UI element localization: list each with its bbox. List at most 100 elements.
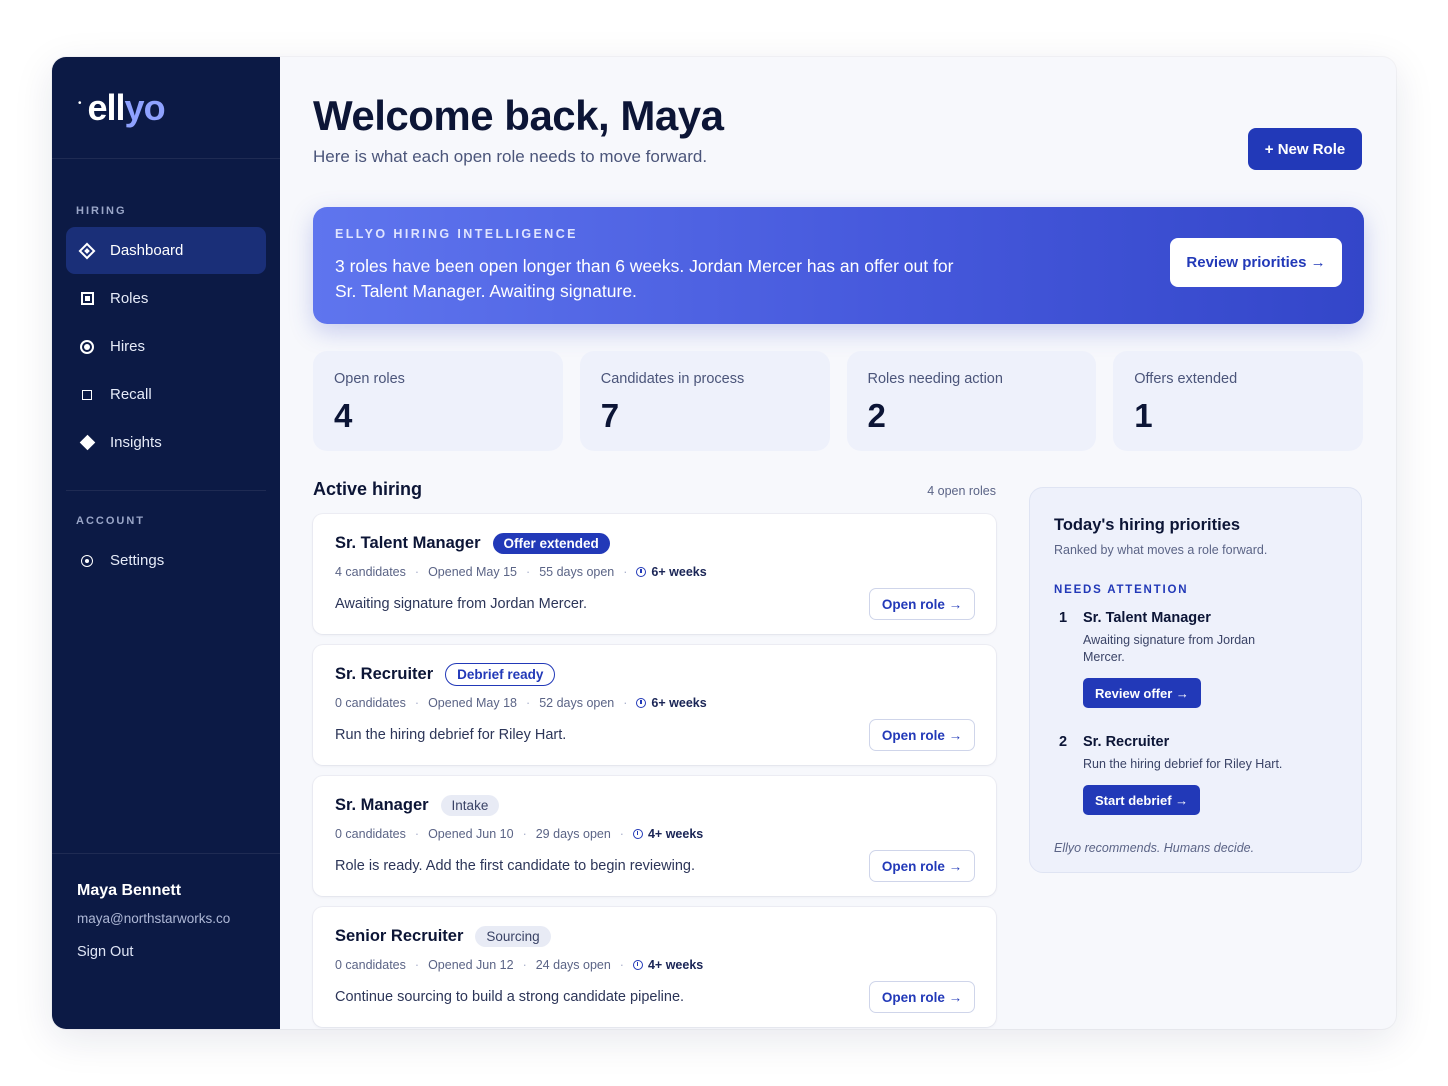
stat-open-roles: Open roles 4 xyxy=(313,351,563,451)
role-meta: 4 candidates · Opened May 15 · 55 days ope… xyxy=(335,565,707,579)
clock-icon xyxy=(632,829,643,839)
clock-icon xyxy=(632,960,643,970)
clock-icon xyxy=(636,567,647,577)
priorities-panel: Today's hiring priorities Ranked by what… xyxy=(1029,487,1362,873)
logo-dot-icon: • xyxy=(78,98,82,109)
main-content: Welcome back, Maya Here is what each ope… xyxy=(280,57,1396,1029)
opened-date: Opened May 15 xyxy=(428,565,518,579)
sidebar-item-label: Insights xyxy=(110,434,162,451)
stat-value: 4 xyxy=(334,397,353,434)
role-age: 4+ weeks xyxy=(647,958,704,972)
priority-role: Sr. Talent Manager xyxy=(1083,610,1211,626)
sidebar-item-label: Roles xyxy=(110,290,149,307)
role-meta: 0 candidates · Opened May 18 · 52 days ope… xyxy=(335,696,707,710)
sidebar-item-settings[interactable]: Settings xyxy=(66,537,266,584)
diamond-filled-icon xyxy=(79,434,95,451)
sidebar-item-recall[interactable]: Recall xyxy=(66,371,266,418)
priority-rank: 1 xyxy=(1059,610,1068,626)
status-badge: Offer extended xyxy=(492,532,610,554)
candidate-count: 0 candidates xyxy=(335,958,406,972)
sidebar-item-hires[interactable]: Hires xyxy=(66,323,266,370)
gear-icon xyxy=(80,554,94,568)
opened-date: Opened Jun 10 xyxy=(428,827,514,841)
brand-logo[interactable]: • ellyo xyxy=(52,57,280,159)
role-card: Senior Recruiter Sourcing 0 candidates · … xyxy=(313,907,996,1027)
nav-account: ACCOUNT Settings xyxy=(52,515,280,584)
open-role-button[interactable]: Open role → xyxy=(869,588,975,620)
role-title[interactable]: Senior Recruiter xyxy=(335,927,463,946)
review-priorities-button[interactable]: Review priorities → xyxy=(1170,238,1342,287)
stat-label: Roles needing action xyxy=(867,371,1003,387)
active-hiring-title: Active hiring xyxy=(313,479,423,499)
sidebar-item-label: Dashboard xyxy=(110,242,184,259)
stat-value: 7 xyxy=(600,397,620,434)
priority-item: 1 Sr. Talent Manager Awaiting signature … xyxy=(1054,610,1337,708)
square-outline-icon xyxy=(80,388,94,402)
priority-item: 2 Sr. Recruiter Run the hiring debrief f… xyxy=(1054,734,1337,815)
open-role-button[interactable]: Open role → xyxy=(869,981,975,1013)
priority-role: Sr. Recruiter xyxy=(1083,734,1170,750)
stat-offers: Offers extended 1 xyxy=(1113,351,1363,451)
role-meta: 0 candidates · Opened Jun 12 · 24 days ope… xyxy=(335,958,704,972)
sidebar-item-roles[interactable]: Roles xyxy=(66,275,266,322)
intelligence-banner: ELLYO HIRING INTELLIGENCE 3 roles have b… xyxy=(313,207,1364,324)
square-icon xyxy=(80,292,94,306)
sidebar-item-dashboard[interactable]: Dashboard xyxy=(66,227,266,274)
stat-label: Offers extended xyxy=(1134,371,1238,387)
nav-section-title: ACCOUNT xyxy=(76,515,145,527)
role-card: Sr. Recruiter Debrief ready 0 candidates… xyxy=(313,645,996,765)
role-title[interactable]: Sr. Recruiter xyxy=(335,665,433,684)
role-card: Sr. Manager Intake 0 candidates · Opened … xyxy=(313,776,996,896)
role-title[interactable]: Sr. Talent Manager xyxy=(335,534,481,553)
nav-divider xyxy=(66,490,266,491)
stat-value: 2 xyxy=(867,397,886,434)
role-title[interactable]: Sr. Manager xyxy=(335,796,429,815)
opened-date: Opened May 18 xyxy=(428,696,518,710)
candidate-count: 4 candidates xyxy=(335,565,406,579)
stats-row: Open roles 4 Candidates in process 7 Rol… xyxy=(313,351,1363,451)
stat-candidates: Candidates in process 7 xyxy=(579,351,830,451)
stat-label: Candidates in process xyxy=(600,371,745,387)
stat-needing-action: Roles needing action 2 xyxy=(846,351,1097,451)
days-open: 52 days open xyxy=(539,696,615,710)
diamond-icon xyxy=(78,242,96,259)
opened-date: Opened Jun 12 xyxy=(428,958,514,972)
role-age: 6+ weeks xyxy=(651,696,707,710)
candidate-count: 0 candidates xyxy=(335,696,406,710)
sidebar-item-label: Hires xyxy=(110,338,146,355)
role-meta: 0 candidates · Opened Jun 10 · 29 days ope… xyxy=(335,827,704,841)
sign-out-link[interactable]: Sign Out xyxy=(77,944,255,960)
user-email: maya@northstarworks.co xyxy=(77,911,231,926)
status-badge: Sourcing xyxy=(475,925,551,947)
open-role-button[interactable]: Open role → xyxy=(869,850,975,882)
sidebar-item-insights[interactable]: Insights xyxy=(66,419,266,466)
clock-icon xyxy=(636,698,647,708)
sidebar-item-label: Settings xyxy=(110,552,165,569)
new-role-button[interactable]: + New Role xyxy=(1248,128,1362,170)
days-open: 55 days open xyxy=(539,565,615,579)
role-age: 6+ weeks xyxy=(651,565,707,579)
sidebar: • ellyo HIRING Dashboard Roles Hires Rec… xyxy=(52,57,280,1029)
priority-text: Awaiting signature from Jordan Mercer. xyxy=(1083,633,1256,664)
open-role-button[interactable]: Open role → xyxy=(869,719,975,751)
priority-text: Run the hiring debrief for Riley Hart. xyxy=(1083,757,1283,771)
stat-value: 1 xyxy=(1134,397,1153,434)
role-card: Sr. Talent Manager Offer extended 4 cand… xyxy=(313,514,996,634)
circle-icon xyxy=(80,339,94,354)
needs-attention-label: NEEDS ATTENTION xyxy=(1054,584,1189,596)
candidate-count: 0 candidates xyxy=(335,827,406,841)
priorities-footer: Ellyo recommends. Humans decide. xyxy=(1054,841,1255,855)
status-badge: Debrief ready xyxy=(445,662,556,686)
nav-hiring: HIRING Dashboard Roles Hires Recall Insi… xyxy=(52,205,280,466)
sidebar-item-label: Recall xyxy=(110,386,152,403)
page-subtitle: Here is what each open role needs to mov… xyxy=(313,147,708,166)
days-open: 24 days open xyxy=(535,958,611,972)
role-list: Sr. Talent Manager Offer extended 4 cand… xyxy=(313,514,996,1029)
days-open: 29 days open xyxy=(535,827,611,841)
user-name: Maya Bennett xyxy=(77,882,182,899)
open-roles-count: 4 open roles xyxy=(927,484,996,498)
review-offer-button[interactable]: Review offer → xyxy=(1083,678,1201,708)
stat-label: Open roles xyxy=(334,371,405,387)
priorities-title: Today's hiring priorities xyxy=(1054,516,1241,534)
start-debrief-button[interactable]: Start debrief → xyxy=(1083,785,1201,815)
